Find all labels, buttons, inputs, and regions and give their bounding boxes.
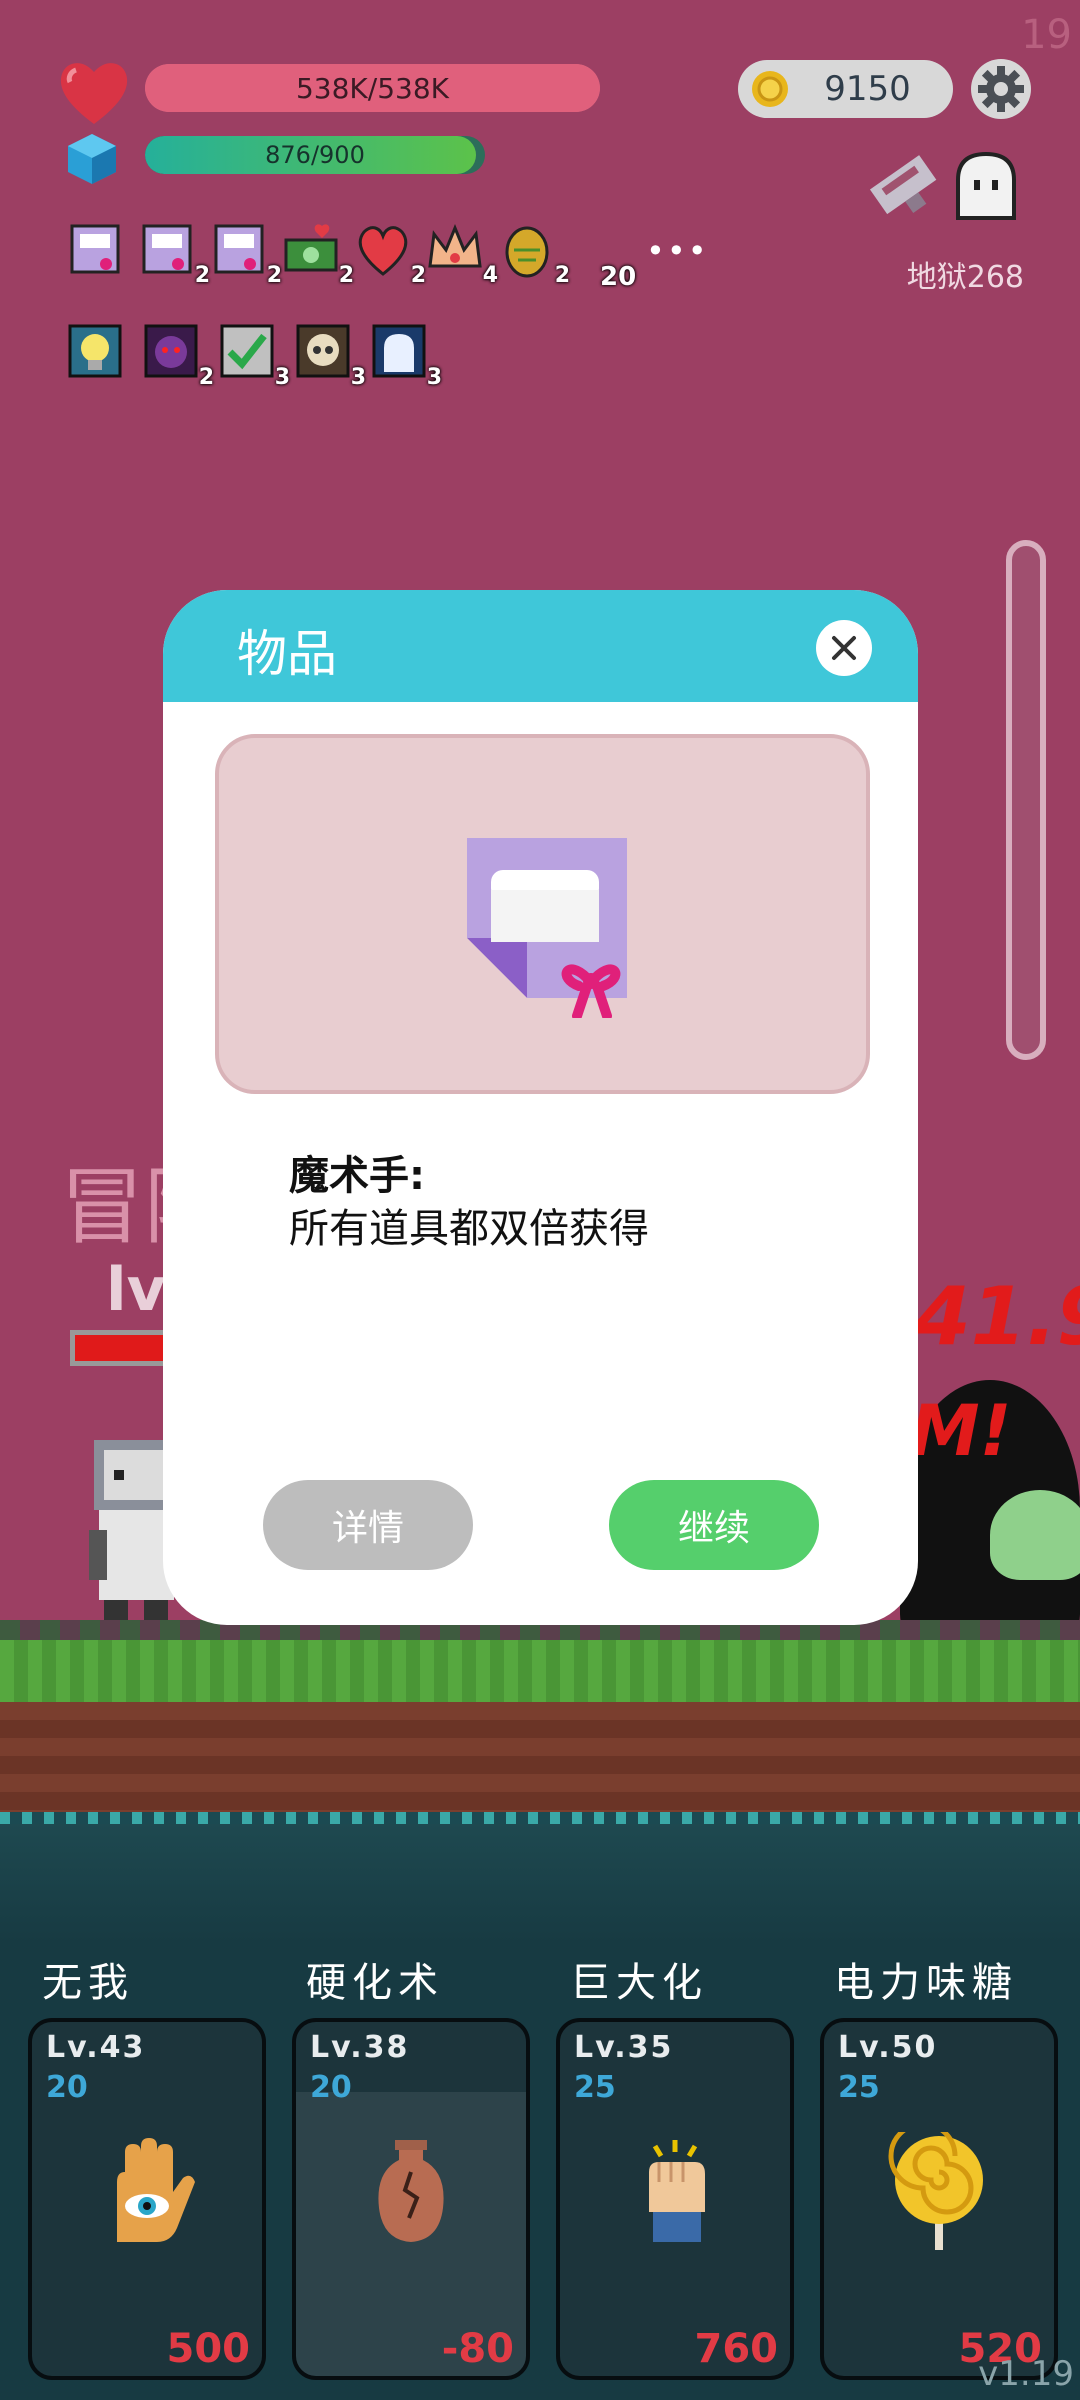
cracked-vase-icon (351, 2132, 471, 2252)
buff-row-2: 2 3 3 3 (66, 322, 442, 390)
heart-icon (60, 63, 128, 124)
close-icon (832, 636, 856, 660)
buff-count: 2 (198, 365, 214, 390)
skill-card[interactable]: Lv.50 25 520 (820, 2018, 1058, 2380)
checkmark-icon[interactable]: 3 (218, 322, 290, 390)
ghost-icon[interactable] (950, 150, 1022, 222)
magic-hand-icon[interactable] (66, 220, 124, 278)
crown-icon[interactable]: 4 (426, 220, 498, 288)
buff-count: 3 (274, 365, 290, 390)
skill-level: Lv.50 (838, 2030, 938, 2065)
buff-count: 2 (338, 263, 354, 288)
skill-name: 巨大化 (570, 1960, 708, 2006)
item-name: 魔术手: (289, 1153, 425, 1199)
details-button[interactable]: 详情 (263, 1480, 473, 1570)
money-heart-icon[interactable]: 2 (282, 220, 354, 288)
buff-count: 2 (266, 263, 282, 288)
skill-card[interactable]: Lv.38 20 -80 (292, 2018, 530, 2380)
coin-value: 9150 (824, 69, 911, 109)
buff-count: 2 (410, 263, 426, 288)
skill-price: 500 (166, 2326, 251, 2372)
hp-bar: 538K/538K (145, 64, 600, 112)
skill-name: 硬化术 (306, 1960, 444, 2006)
dialog-header: 物品 (163, 590, 918, 702)
gear-icon[interactable] (970, 58, 1032, 120)
buff-count: 3 (426, 365, 442, 390)
item-dialog: 物品 魔术手: 所有道具都双倍获得 详情 继续 (163, 590, 918, 1625)
skill-slot: 硬化术 Lv.38 20 -80 (292, 1950, 530, 2380)
skill-slot: 巨大化 Lv.35 25 760 (556, 1950, 794, 2380)
stage-label: 地狱268 (906, 260, 1024, 295)
xp-text: 876/900 (265, 141, 365, 169)
lightbulb-icon[interactable] (66, 322, 124, 380)
grass (0, 1640, 1080, 1702)
corner-counter: 19 (1021, 12, 1072, 58)
skill-name: 电力味糖 (834, 1960, 1018, 2006)
skill-card[interactable]: Lv.43 20 500 (28, 2018, 266, 2380)
damage-number-2: M! (910, 1390, 1012, 1472)
magic-hand-icon[interactable]: 2 (138, 220, 210, 288)
golden-egg-icon[interactable]: 2 (498, 220, 570, 288)
skill-slot: 无我 Lv.43 20 500 (28, 1950, 266, 2380)
skill-cost: 20 (46, 2070, 88, 2105)
skill-cost: 25 (838, 2070, 880, 2105)
skill-slot: 电力味糖 Lv.50 25 520 (820, 1950, 1058, 2380)
buff-count: 2 (194, 263, 210, 288)
xp-bar: 876/900 (145, 136, 485, 174)
close-button[interactable] (816, 620, 872, 676)
hp-text: 538K/538K (295, 71, 450, 105)
skill-cost: 25 (574, 2070, 616, 2105)
dialog-title: 物品 (237, 625, 337, 683)
raised-fist-icon (615, 2132, 735, 2252)
extra-count: 20 (600, 262, 637, 292)
coin-icon (752, 71, 788, 107)
demon-icon[interactable]: 2 (142, 322, 214, 390)
ghost-icon[interactable]: 3 (370, 322, 442, 390)
scrollbar[interactable] (1006, 540, 1046, 1060)
eye-hand-icon (87, 2132, 207, 2252)
skill-level: Lv.43 (46, 2030, 146, 2065)
more-buffs-button[interactable]: ••• (646, 232, 709, 270)
heart-icon[interactable]: 2 (354, 220, 426, 288)
green-bush (990, 1490, 1080, 1580)
skull-icon[interactable]: 3 (294, 322, 366, 390)
magic-hand-icon (467, 838, 627, 1018)
skill-level: Lv.35 (574, 2030, 674, 2065)
skill-list: 无我 Lv.43 20 500 硬化术 Lv.38 20 -80 巨大化 Lv.35 25 760 电力… (28, 1950, 1058, 2380)
skill-name: 无我 (42, 1960, 134, 2006)
magic-hat-icon[interactable] (862, 148, 942, 218)
skill-level: Lv.38 (310, 2030, 410, 2065)
damage-number: 41.9 (915, 1270, 1080, 1363)
buff-count: 3 (350, 365, 366, 390)
skill-price: 760 (694, 2326, 779, 2372)
item-description: 所有道具都双倍获得 (289, 1206, 649, 1252)
version-label: v1.19 (978, 2354, 1074, 2394)
continue-button[interactable]: 继续 (609, 1480, 819, 1570)
lollipop-icon (879, 2121, 999, 2252)
skill-card[interactable]: Lv.35 25 760 (556, 2018, 794, 2380)
coin-counter[interactable]: 9150 (738, 60, 953, 118)
buff-row-1: 2 2 2 2 4 2 (66, 220, 570, 288)
gem-icon (68, 134, 116, 184)
skill-price: -80 (441, 2326, 514, 2372)
magic-hand-icon[interactable]: 2 (210, 220, 282, 288)
bg-level-text: lv (106, 1255, 166, 1325)
dirt (0, 1702, 1080, 1812)
buff-count: 2 (554, 263, 570, 288)
item-preview (215, 734, 870, 1094)
buff-count: 4 (482, 263, 498, 288)
skill-cost: 20 (310, 2070, 352, 2105)
